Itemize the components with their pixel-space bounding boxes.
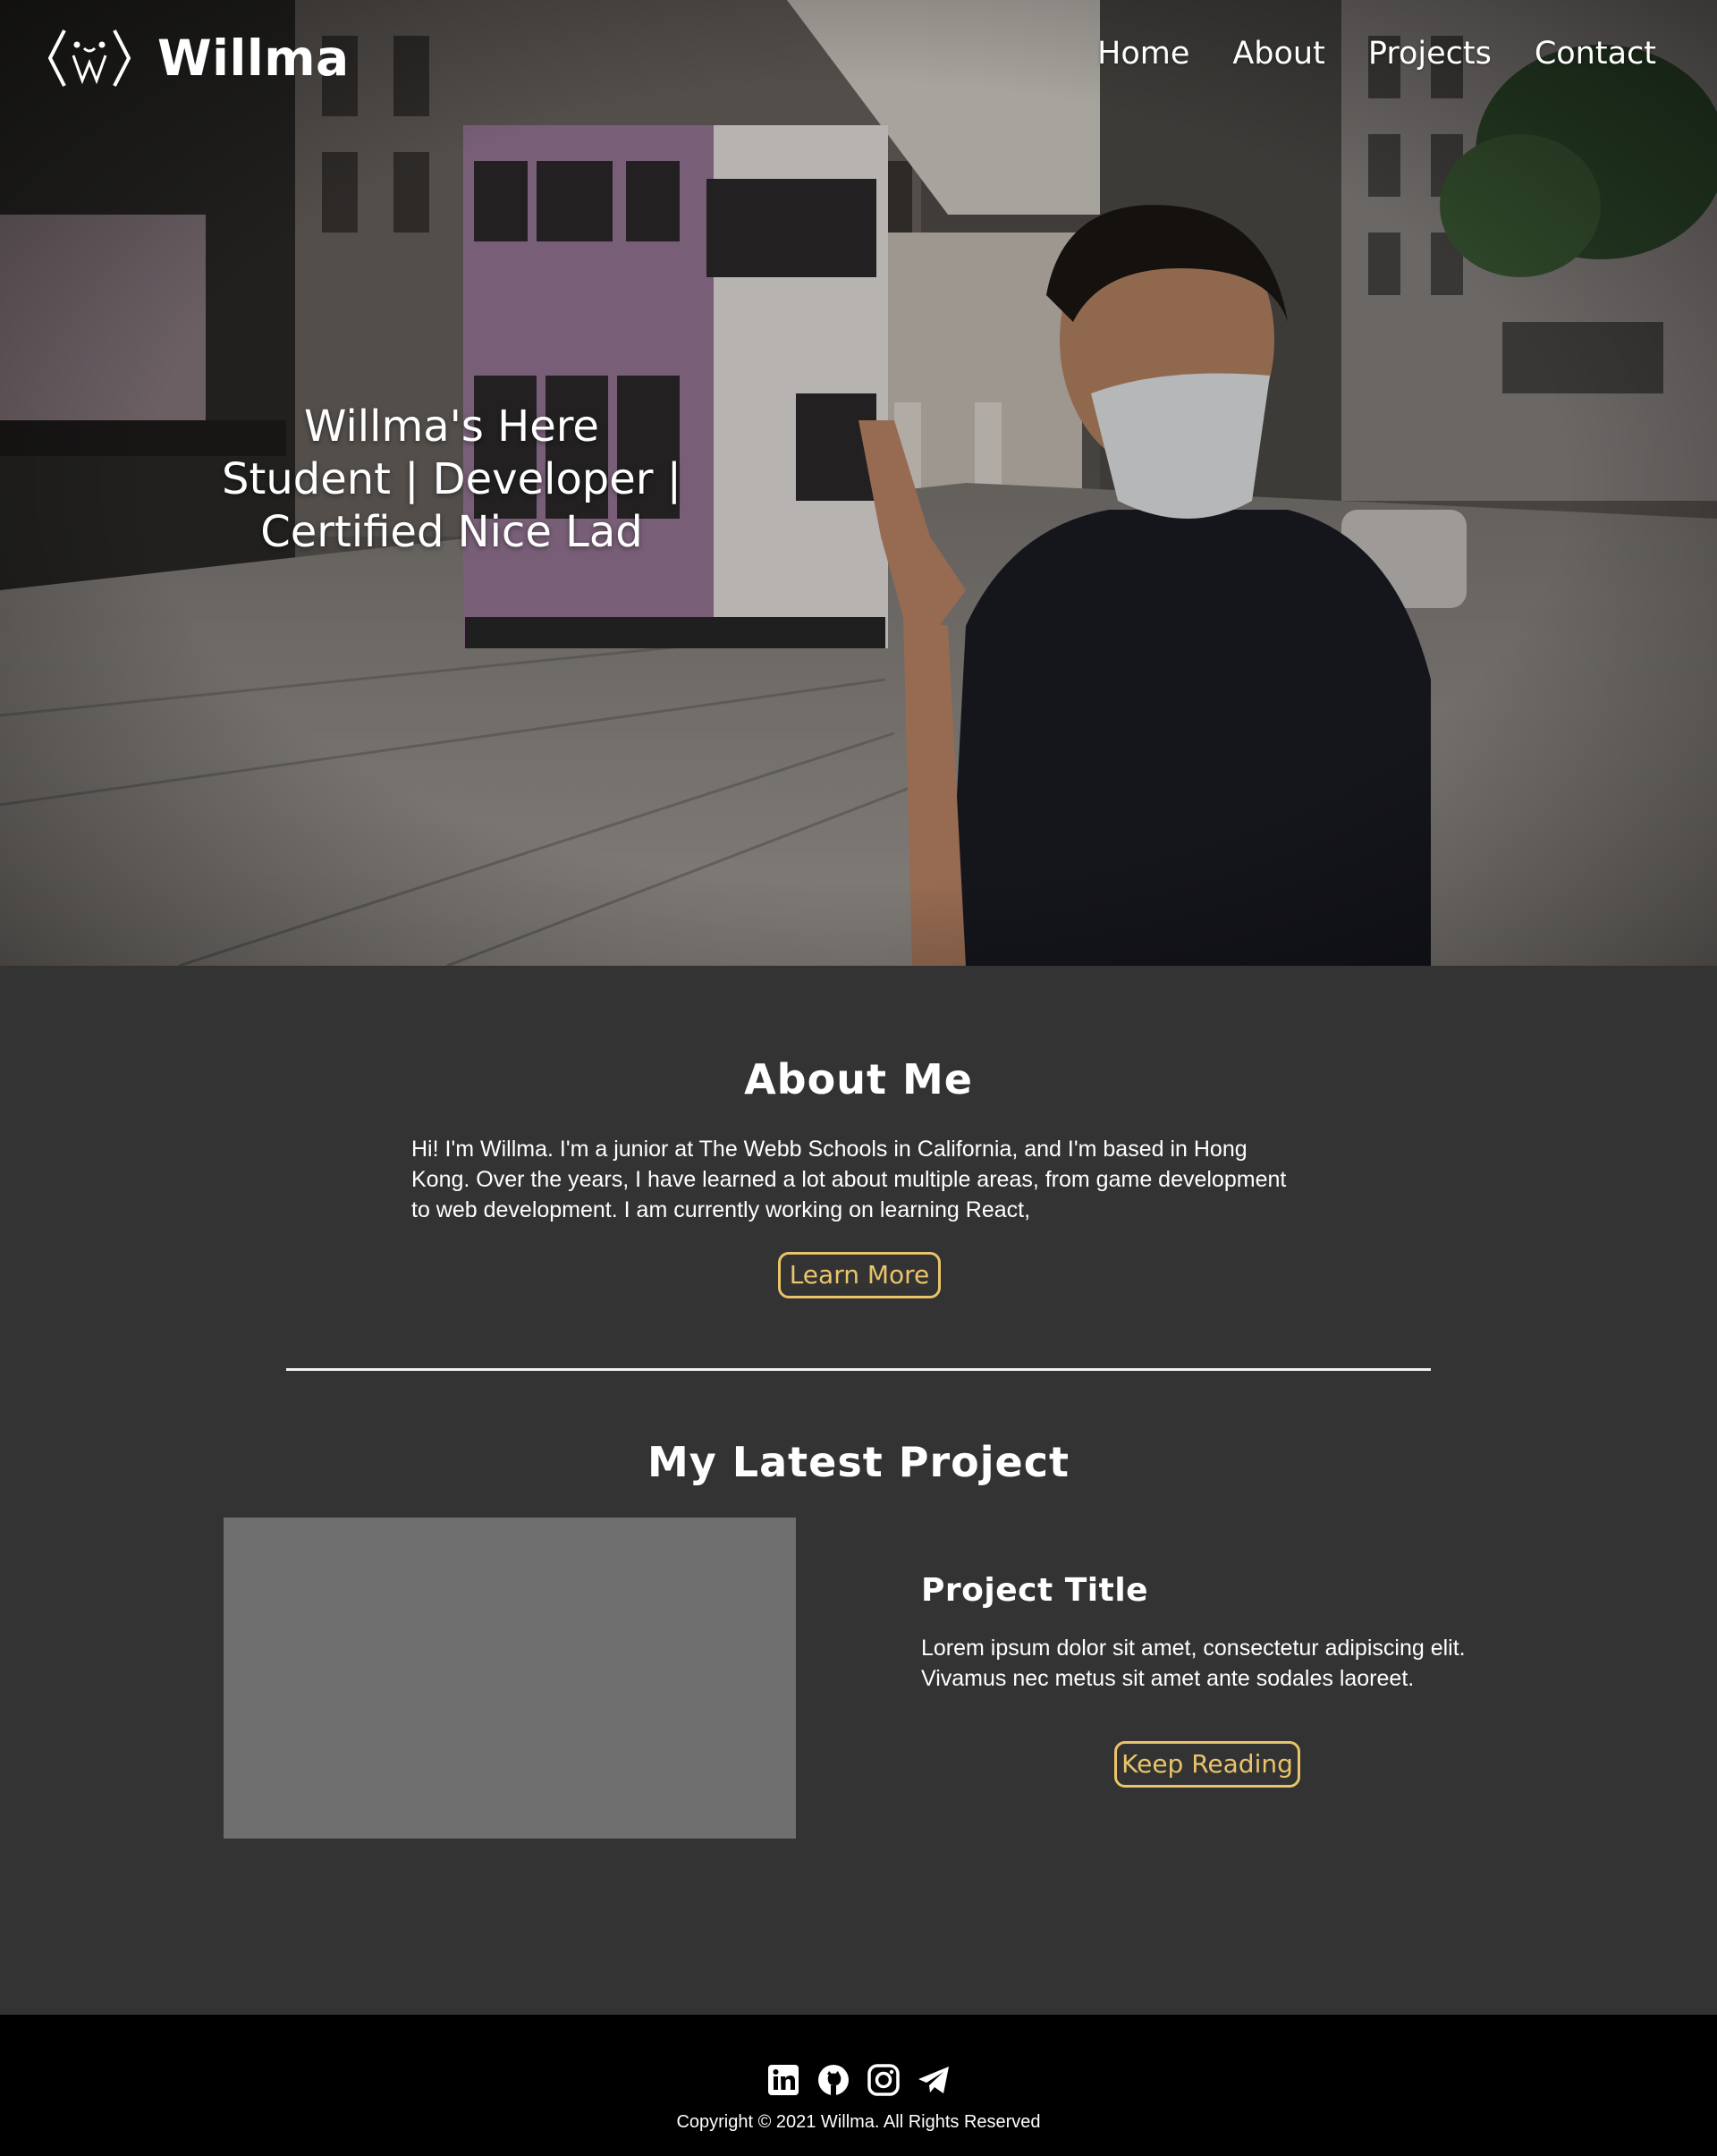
hero-line-3: Certified Nice Lad (260, 507, 643, 557)
nav-contact[interactable]: Contact (1535, 36, 1656, 72)
hero-title: Willma's Here Student | Developer | Cert… (183, 401, 720, 559)
about-text: Hi! I'm Willma. I'm a junior at The Webb… (411, 1137, 1287, 1222)
project-heading: My Latest Project (647, 1438, 1070, 1486)
social-links (0, 2063, 1717, 2097)
footer: Copyright © 2021 Willma. All Rights Rese… (0, 2015, 1717, 2156)
linkedin-icon[interactable] (766, 2063, 800, 2097)
logo-w-icon (47, 30, 131, 87)
copyright-text: Copyright © 2021 Willma. All Rights Rese… (676, 2112, 1041, 2132)
keep-reading-button[interactable]: Keep Reading (1114, 1741, 1300, 1788)
instagram-icon[interactable] (867, 2063, 901, 2097)
brand-name: Willma (157, 30, 350, 87)
main-nav: Home About Projects Contact (1097, 36, 1656, 72)
section-divider (286, 1368, 1431, 1371)
hero-line-1: Willma's Here (304, 402, 599, 452)
telegram-icon[interactable] (917, 2063, 951, 2097)
project-description: Lorem ipsum dolor sit amet, consectetur … (921, 1636, 1466, 1691)
project-title: Project Title (921, 1572, 1149, 1609)
about-heading: About Me (744, 1055, 973, 1103)
nav-about[interactable]: About (1232, 36, 1324, 72)
learn-more-button[interactable]: Learn More (778, 1252, 941, 1298)
hero-section: Willma Home About Projects Contact Willm… (0, 0, 1717, 966)
nav-home[interactable]: Home (1097, 36, 1189, 72)
project-image-placeholder (224, 1518, 796, 1839)
nav-projects[interactable]: Projects (1368, 36, 1492, 72)
hero-line-2: Student | Developer | (222, 454, 681, 504)
site-logo[interactable]: Willma (47, 25, 350, 91)
github-icon[interactable] (816, 2063, 850, 2097)
